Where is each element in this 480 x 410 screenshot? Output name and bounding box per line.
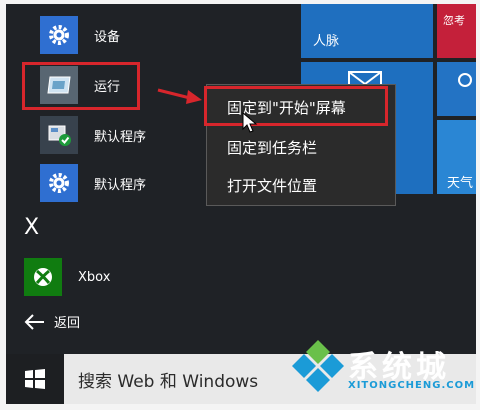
start-button[interactable]: [6, 354, 64, 404]
search-placeholder: 搜索 Web 和 Windows: [78, 371, 259, 392]
blue-small-tile[interactable]: [437, 62, 476, 116]
menu-item-pin-to-taskbar[interactable]: 固定到任务栏: [227, 137, 317, 158]
app-label-default-programs-2: 默认程序: [94, 177, 147, 193]
back-label: 返回: [54, 316, 81, 331]
app-item-xbox[interactable]: Xbox: [24, 258, 110, 296]
red-tile[interactable]: 忽考: [437, 4, 476, 58]
windows-logo-icon: [25, 369, 45, 389]
app-label-devices: 设备: [94, 29, 121, 45]
app-item-default-programs[interactable]: 默认程序: [40, 116, 146, 154]
people-tile[interactable]: 人脉: [301, 4, 433, 58]
default-programs-icon: [40, 116, 78, 154]
annotation-box-pin-to-start: [204, 86, 388, 126]
mouse-cursor-icon: [242, 112, 258, 133]
back-button[interactable]: 返回: [24, 312, 80, 331]
annotation-box-run: [22, 62, 140, 110]
weather-tile[interactable]: 天气: [437, 120, 476, 194]
watermark-logo-icon: [292, 340, 344, 392]
section-letter-x: X: [24, 215, 40, 240]
app-label-xbox: Xbox: [78, 269, 111, 285]
watermark: 系统城 XITONGCHENG.COM: [290, 336, 480, 400]
tile-icon: [458, 73, 472, 87]
watermark-url: XITONGCHENG.COM: [348, 380, 476, 391]
app-item-default-programs-2[interactable]: 默认程序: [40, 164, 146, 202]
menu-item-open-file-location[interactable]: 打开文件位置: [227, 175, 317, 196]
back-arrow-icon: [24, 313, 44, 330]
red-tile-label: 忽考: [443, 14, 465, 27]
xbox-icon: [24, 258, 62, 296]
weather-tile-label: 天气: [447, 176, 474, 191]
gear-icon: [40, 16, 78, 54]
app-label-default-programs: 默认程序: [94, 129, 147, 145]
annotation-arrow-icon: [157, 88, 202, 104]
people-tile-label: 人脉: [313, 34, 340, 49]
app-item-devices[interactable]: 设备: [40, 16, 120, 54]
gear-icon: [40, 164, 78, 202]
